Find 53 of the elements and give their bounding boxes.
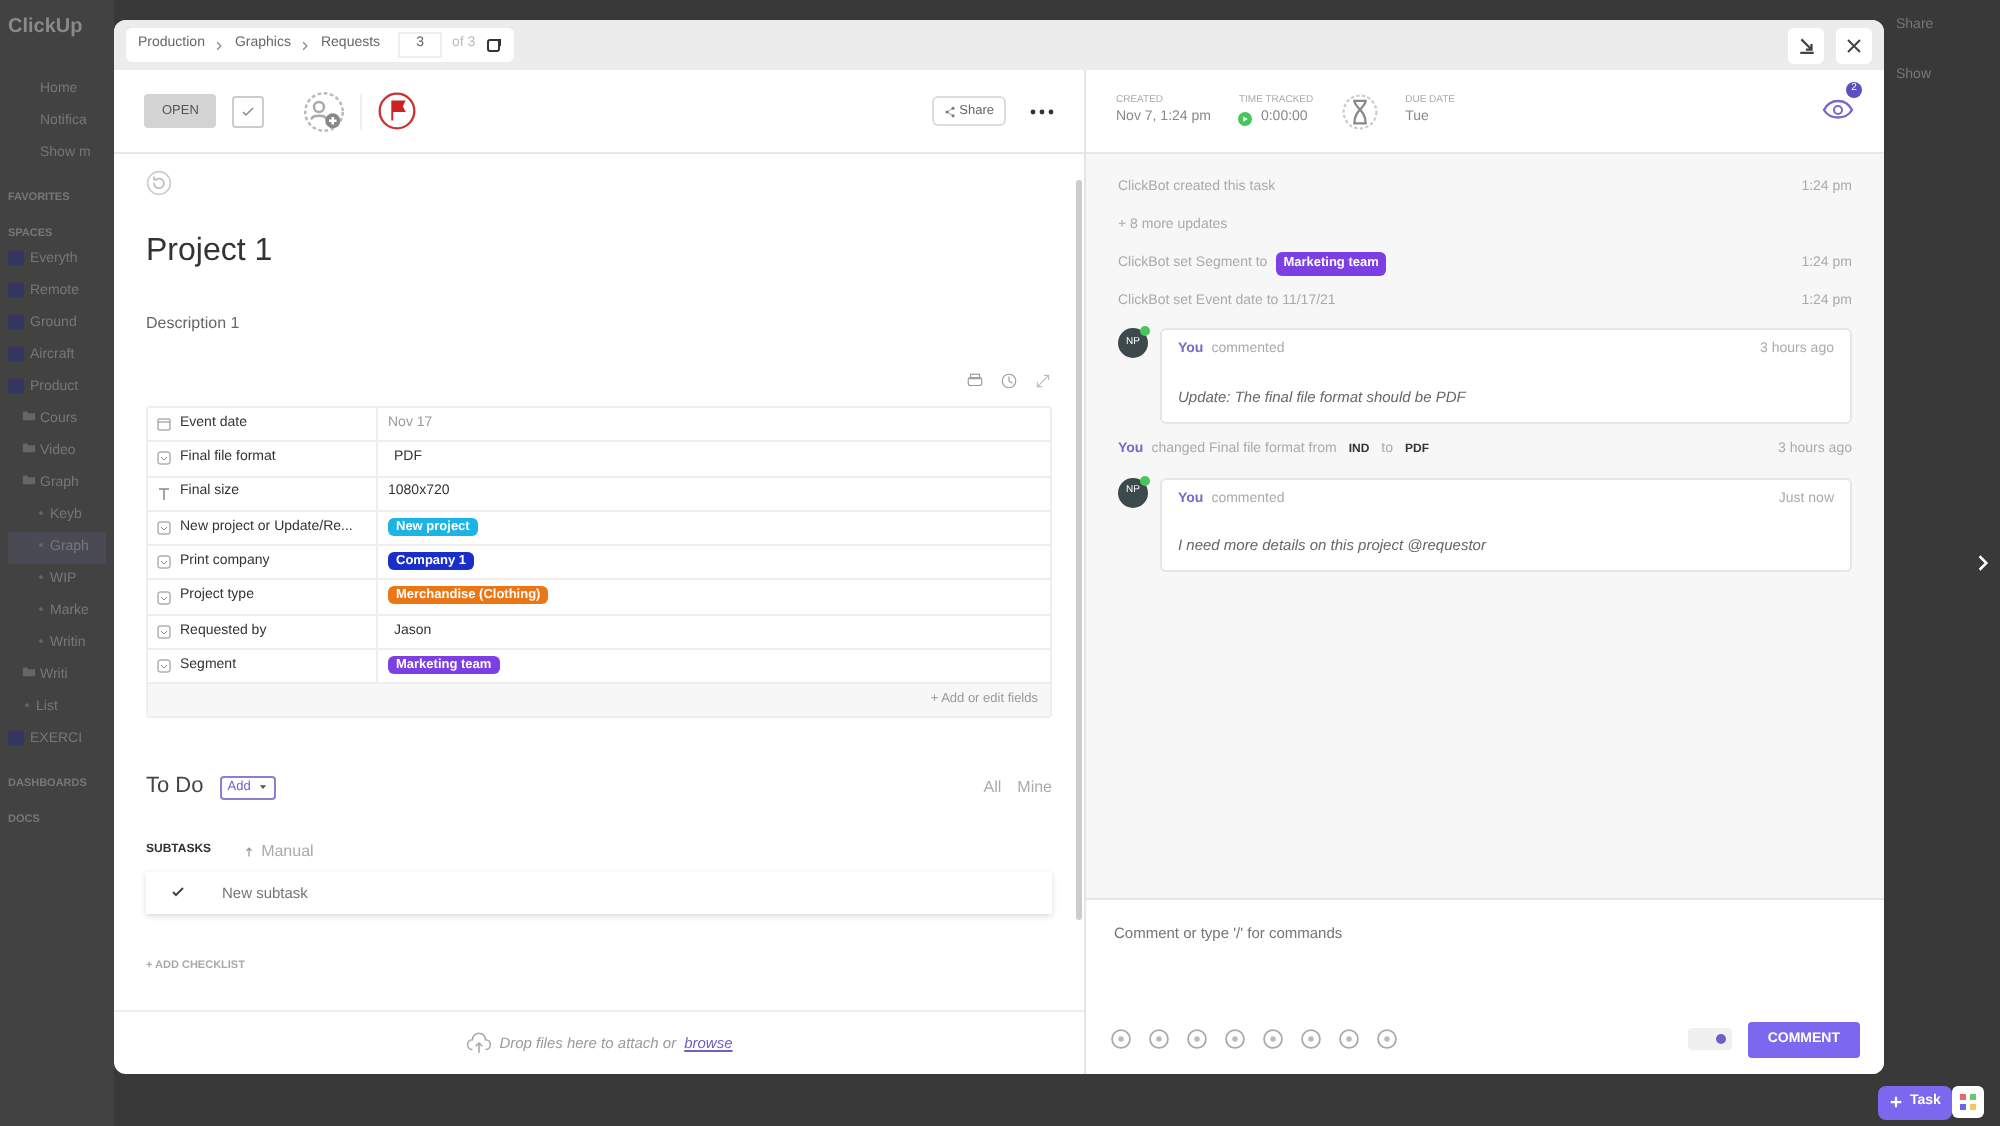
dropdown-icon [156, 589, 172, 606]
clock-icon[interactable] [1000, 372, 1018, 390]
task-title[interactable]: Project 1 [146, 228, 1052, 276]
cloud-upload-icon [465, 1030, 492, 1056]
external-link-icon[interactable] [485, 37, 502, 53]
dot-icon [22, 699, 32, 709]
flag-icon[interactable] [378, 92, 417, 130]
dropdown-icon [156, 554, 172, 571]
text-icon [156, 485, 172, 502]
minimize-button[interactable] [1788, 27, 1824, 63]
section-title: To Do [146, 772, 204, 803]
minimize-icon [1797, 36, 1815, 54]
play-icon[interactable] [1238, 111, 1253, 126]
check-icon [240, 103, 257, 119]
logo-text: ClickUp [8, 14, 85, 42]
sort-toggle[interactable]: Manual [243, 839, 314, 864]
chevron-right-icon[interactable] [1974, 552, 1992, 574]
hourglass-icon[interactable] [1341, 93, 1378, 129]
close-icon [1846, 37, 1862, 53]
dot-icon [36, 571, 46, 581]
close-button[interactable] [1836, 27, 1872, 63]
expand-icon[interactable] [1034, 372, 1052, 390]
printer-icon[interactable] [966, 372, 984, 390]
dropdown-icon [156, 658, 172, 675]
share-icon [943, 105, 956, 117]
dropdown-icon [156, 623, 172, 640]
complete-button[interactable] [232, 95, 265, 127]
dropdown-icon [156, 450, 172, 467]
filter-link[interactable]: All [983, 775, 1002, 800]
chevron-icon [214, 39, 225, 51]
task-description[interactable]: Description 1 [146, 312, 1052, 372]
folder-icon [22, 471, 36, 485]
plus-icon [1890, 1096, 1902, 1109]
dropdown-icon [156, 520, 172, 537]
toggle-knob-icon [1715, 1034, 1726, 1045]
dot-icon [36, 507, 46, 517]
caret-icon [258, 782, 269, 793]
history-icon[interactable] [146, 170, 172, 196]
view-toggle[interactable] [1687, 1028, 1732, 1051]
folder-icon [22, 439, 36, 453]
check-icon [170, 884, 186, 901]
folder-icon [22, 663, 36, 677]
dot-icon [36, 635, 46, 645]
arrow-up-icon [243, 845, 254, 858]
filter-link[interactable]: Mine [1017, 775, 1052, 800]
dot-icon [36, 539, 46, 549]
apps-icon[interactable] [1952, 1086, 1984, 1118]
add-assignee-icon[interactable] [304, 91, 345, 131]
calendar-icon [156, 416, 172, 433]
space-icon [8, 729, 24, 746]
dot-icon [36, 603, 46, 613]
chevron-icon [300, 39, 311, 51]
folder-icon [22, 407, 36, 421]
